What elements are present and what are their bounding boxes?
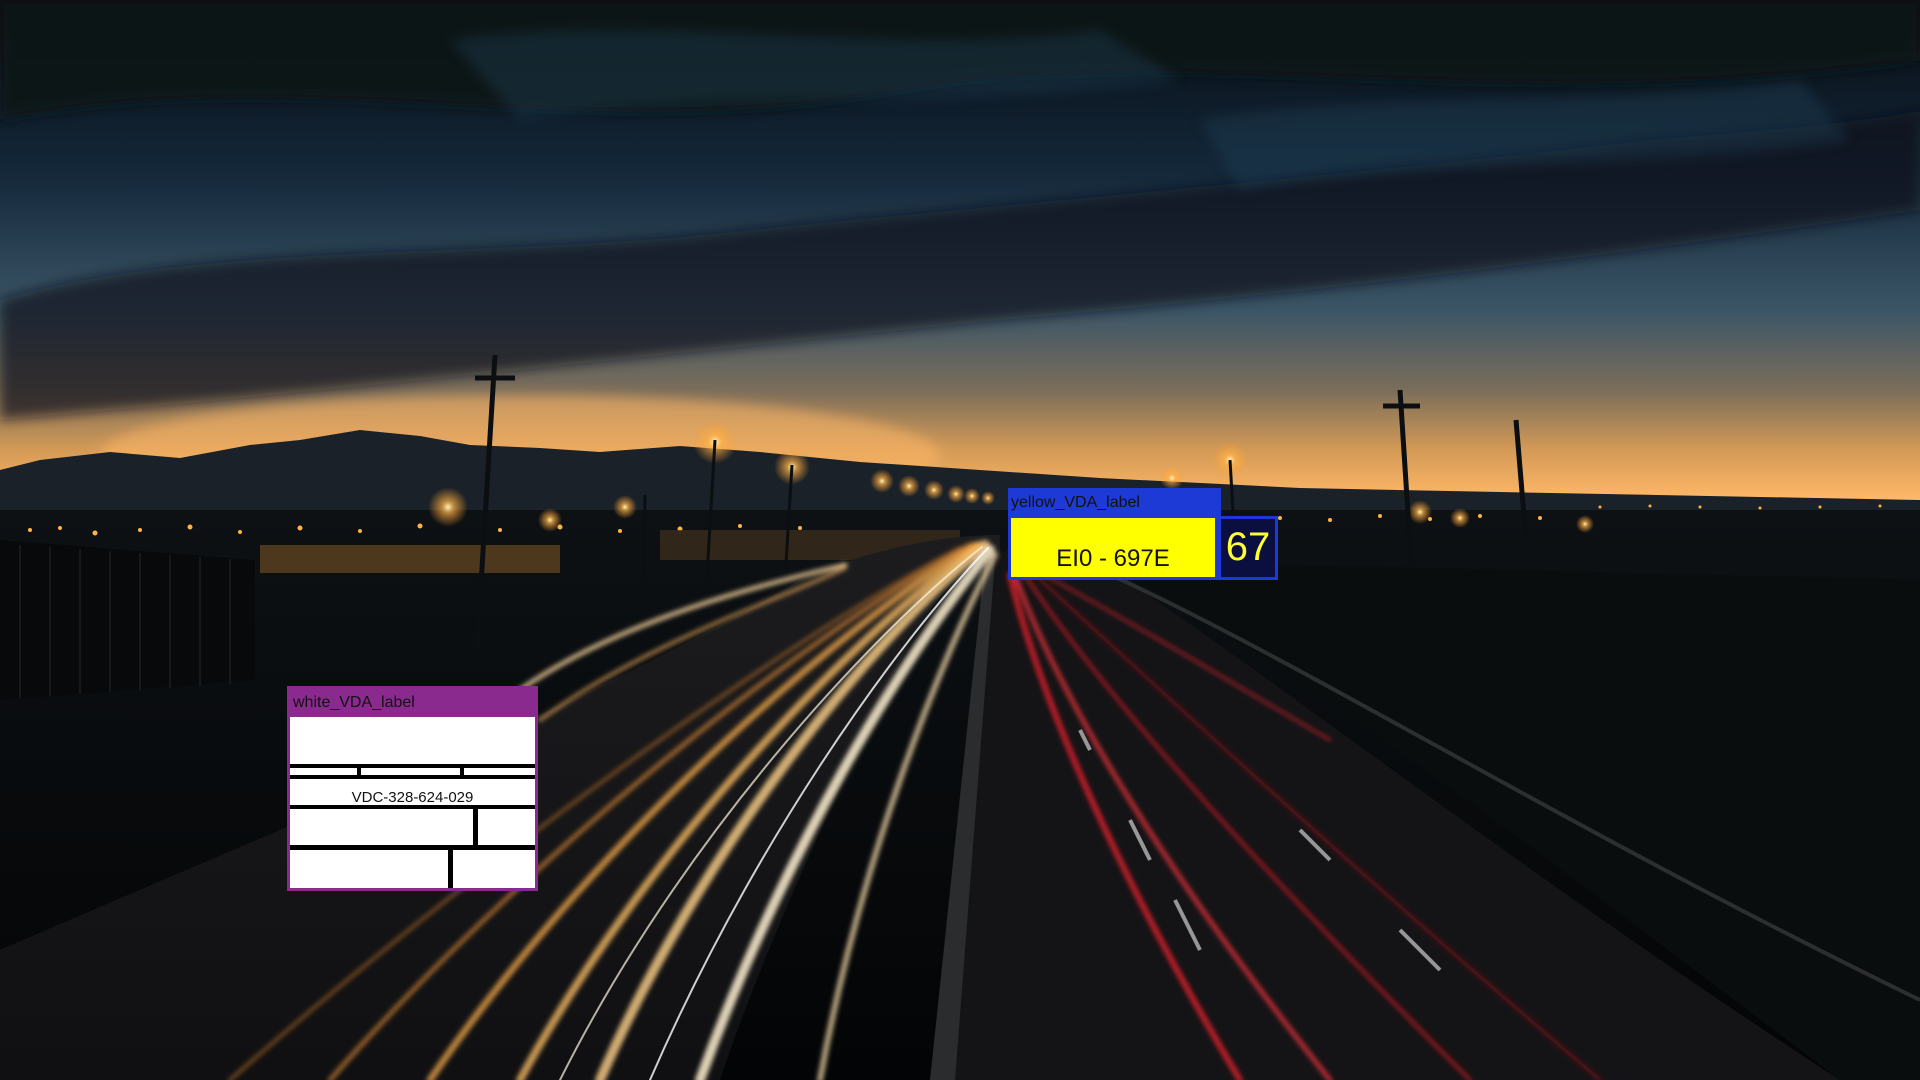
- white-vda-label-box: white_VDA_label VDC-328-624-029: [287, 686, 538, 891]
- white-vda-label-sheet: VDC-328-624-029: [290, 717, 535, 888]
- plate-text: EI0 - 697E: [1056, 545, 1170, 572]
- yellow-plate: EI0 - 697E: [1008, 518, 1218, 580]
- vda-code-text: VDC-328-624-029: [351, 789, 474, 806]
- white-vda-label-tag: white_VDA_label: [290, 689, 535, 717]
- highway-scene: [0, 0, 1920, 1080]
- label-rule: [357, 764, 361, 779]
- yellow-vda-label-box: yellow_VDA_label EI0 - 697E 67: [1008, 488, 1278, 580]
- yellow-vda-label-tag: yellow_VDA_label: [1008, 488, 1221, 518]
- label-rule: [448, 850, 453, 888]
- plate-number: 67: [1218, 516, 1278, 580]
- label-rule: [290, 764, 535, 768]
- label-rule: [290, 845, 535, 850]
- label-rule: [460, 764, 464, 779]
- label-rule: [473, 805, 478, 845]
- label-rule: [290, 805, 535, 809]
- label-rule: [290, 775, 535, 779]
- night-highway-photo: white_VDA_label VDC-328-624-029 yellow_V…: [0, 0, 1920, 1080]
